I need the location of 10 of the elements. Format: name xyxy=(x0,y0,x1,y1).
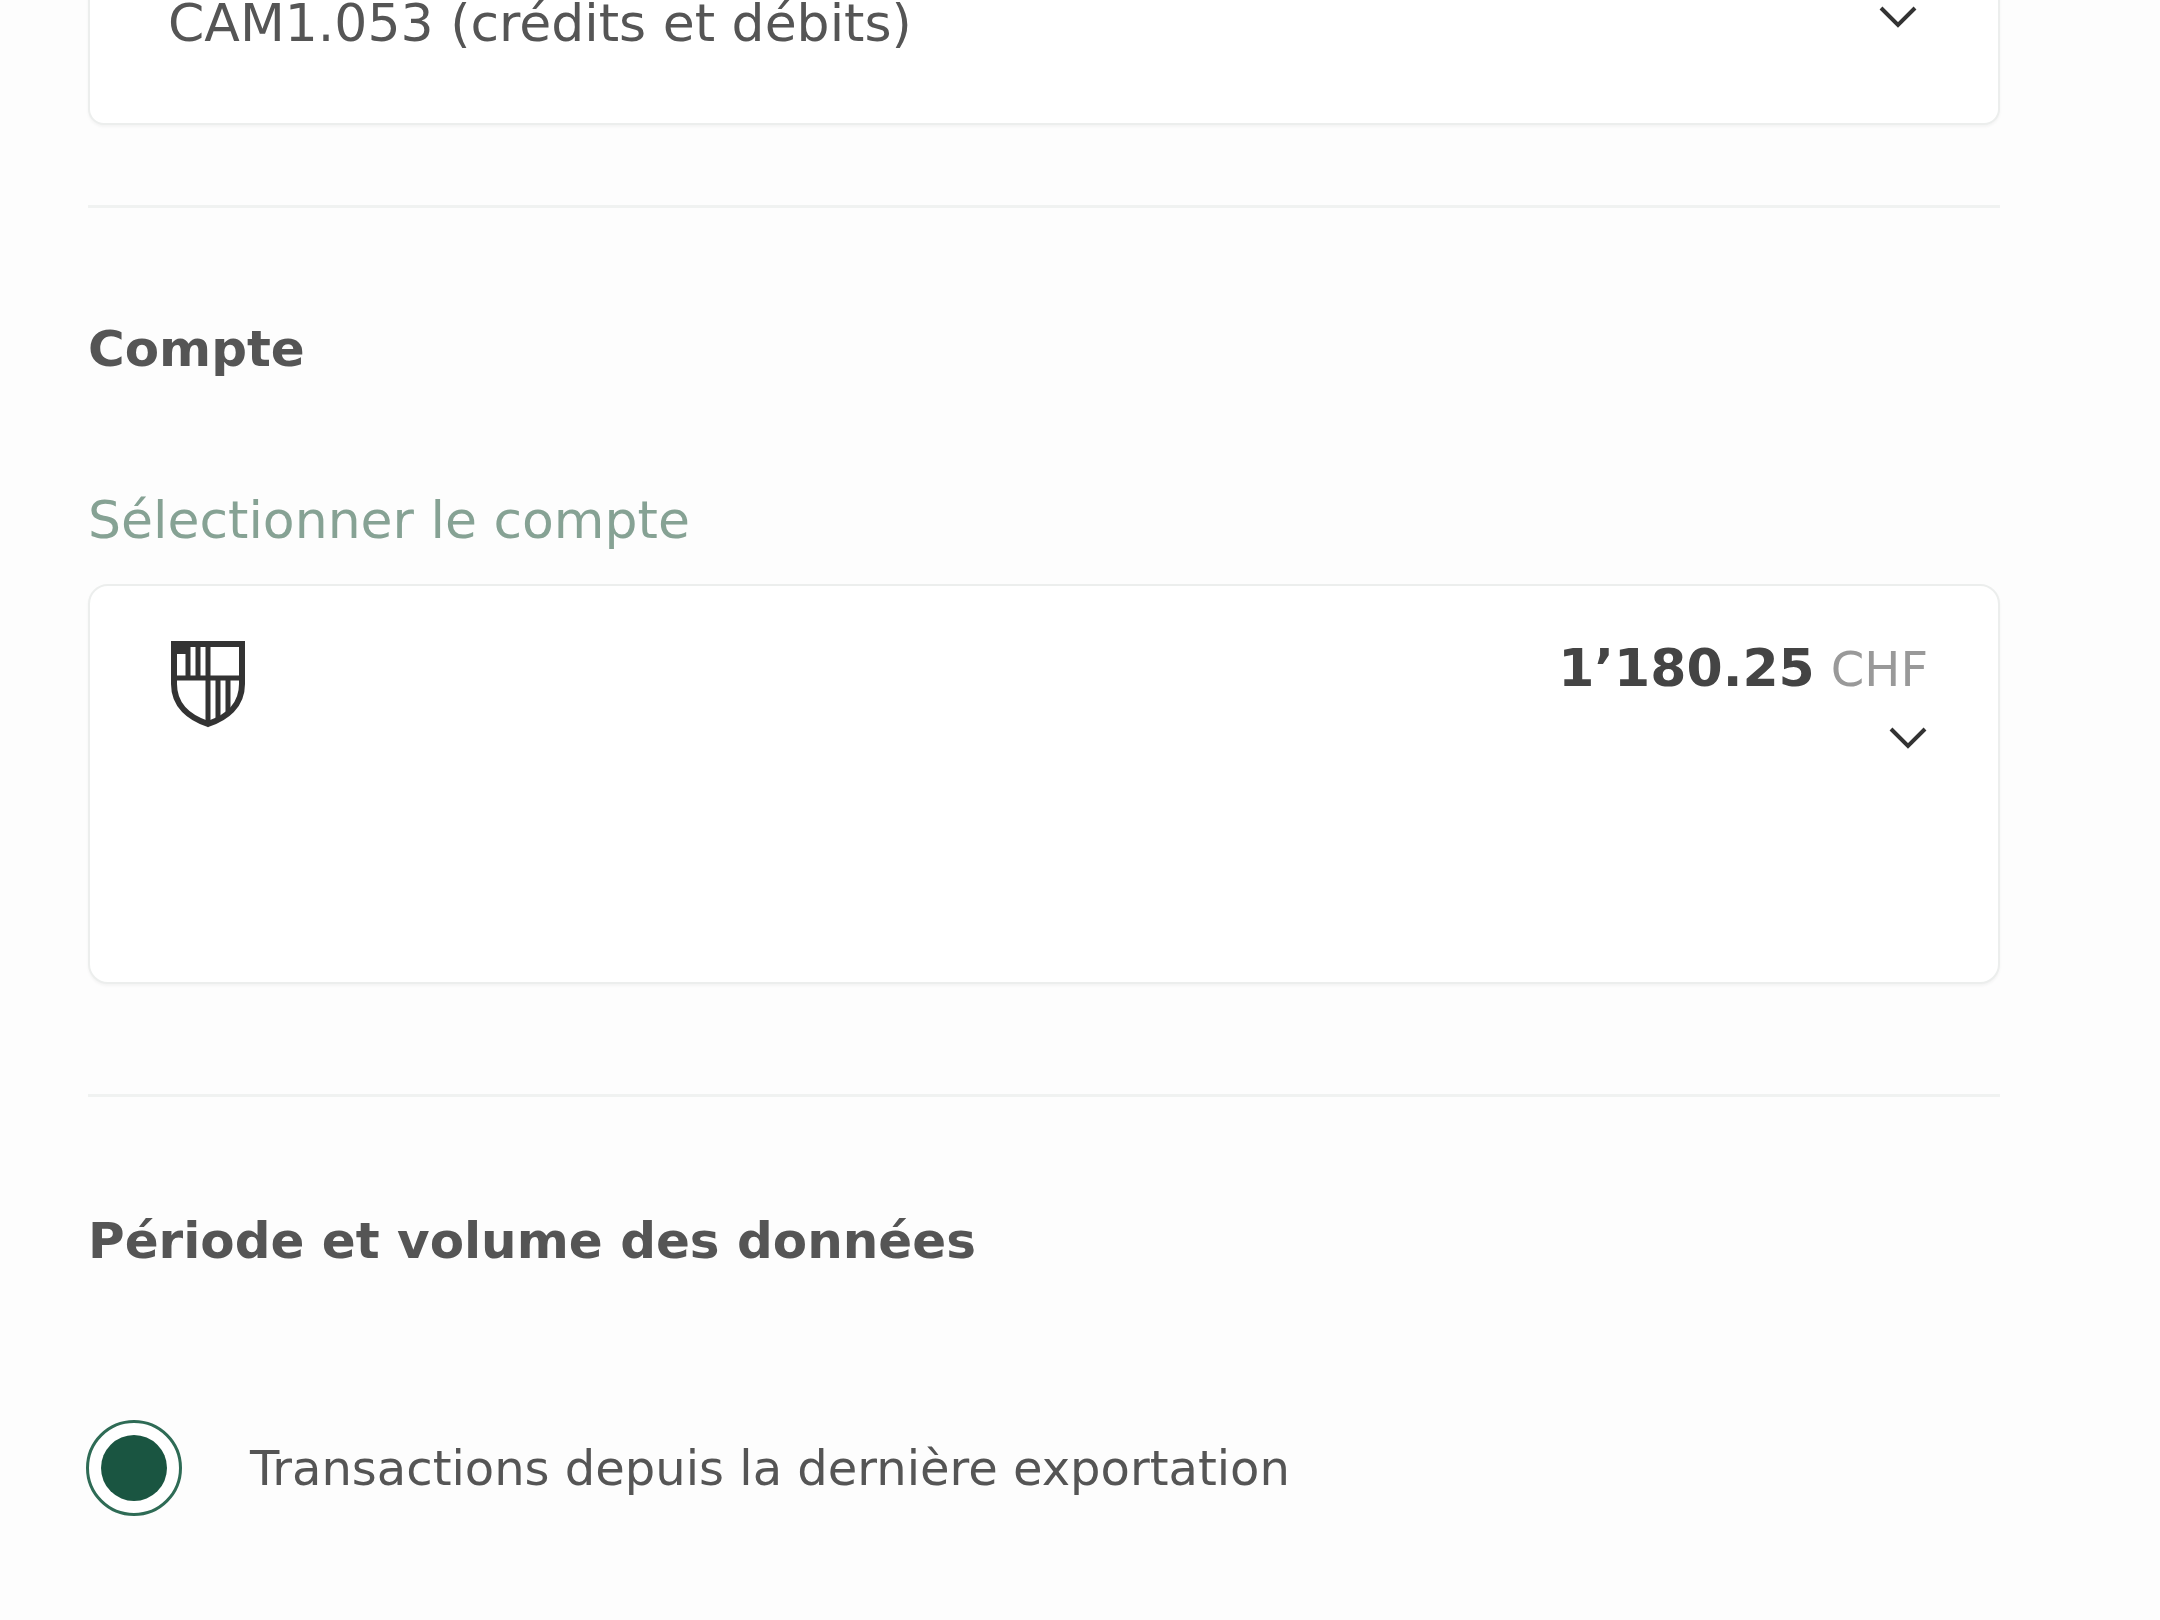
radio-label: Transactions depuis la dernière exportation xyxy=(250,1440,1290,1496)
chevron-down-icon xyxy=(1888,726,1928,750)
chevron-down-icon xyxy=(1878,5,1918,29)
account-select[interactable]: 1’180.25 CHF xyxy=(88,584,2000,984)
shield-icon xyxy=(168,638,248,728)
account-balance: 1’180.25 xyxy=(1558,638,1815,698)
section-heading: Compte xyxy=(88,320,306,378)
section-heading: Période et volume des données xyxy=(88,1212,977,1270)
currency-label: CHF xyxy=(1830,641,1928,697)
field-label: Sélectionner le compte xyxy=(88,490,691,550)
